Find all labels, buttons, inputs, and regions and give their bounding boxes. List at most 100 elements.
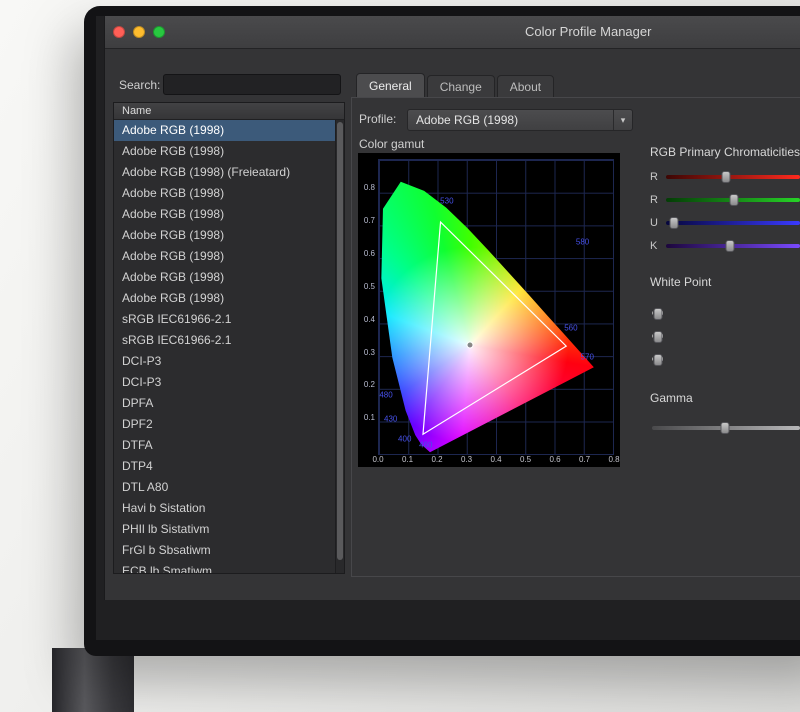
- y-axis-tick: 0.3: [360, 348, 375, 357]
- slider-track[interactable]: [652, 357, 664, 361]
- gamma-sliders: [650, 421, 800, 444]
- white-point-marker: [467, 342, 474, 349]
- x-axis-tick: 0.3: [456, 455, 478, 464]
- list-item[interactable]: ECB lb Smatiwm: [114, 561, 335, 573]
- chromaticity-plot: 530 580 560 570 480 430 400 460: [378, 159, 614, 455]
- x-axis-tick: 0.1: [397, 455, 419, 464]
- slider-row: [650, 421, 800, 435]
- tab-about[interactable]: About: [497, 75, 554, 97]
- y-axis-tick: 0.1: [360, 413, 375, 422]
- rgb-sliders: RRUK: [650, 170, 800, 262]
- list-item[interactable]: Adobe RGB (1998): [114, 288, 335, 309]
- slider-label: U: [650, 216, 658, 230]
- close-button[interactable]: [113, 26, 125, 38]
- x-axis-tick: 0.0: [367, 455, 389, 464]
- slider-thumb[interactable]: [722, 171, 731, 183]
- list-item[interactable]: Adobe RGB (1998): [114, 267, 335, 288]
- list-item[interactable]: DCI-P3: [114, 351, 335, 372]
- list-item[interactable]: sRGB IEC61966-2.1: [114, 309, 335, 330]
- slider-track[interactable]: [666, 175, 800, 179]
- slider-track[interactable]: [666, 198, 800, 202]
- list-item[interactable]: FrGl b Sbsatiwm: [114, 540, 335, 561]
- list-item[interactable]: Adobe RGB (1998): [114, 246, 335, 267]
- monitor-stand: [52, 648, 134, 712]
- y-axis-tick: 0.8: [360, 183, 375, 192]
- slider-thumb[interactable]: [670, 217, 679, 229]
- list-item[interactable]: PHIl lb Sistativm: [114, 519, 335, 540]
- list-header-name[interactable]: Name: [114, 103, 344, 120]
- slider-track[interactable]: [666, 244, 800, 248]
- slider-track[interactable]: [652, 334, 664, 338]
- slider-thumb[interactable]: [653, 354, 662, 366]
- rgb-chromaticities-heading: RGB Primary Chromaticities: [650, 144, 800, 160]
- slider-row: [650, 329, 800, 343]
- list-item[interactable]: Adobe RGB (1998): [114, 141, 335, 162]
- wavelength-label: 580: [576, 238, 589, 247]
- list-item[interactable]: DTFA: [114, 435, 335, 456]
- list-item[interactable]: DPF2: [114, 414, 335, 435]
- minimize-button[interactable]: [133, 26, 145, 38]
- slider-thumb[interactable]: [720, 422, 729, 434]
- slider-thumb[interactable]: [730, 194, 739, 206]
- slider-thumb[interactable]: [653, 331, 662, 343]
- white-point-sliders: [650, 306, 800, 375]
- wavelength-label: 560: [564, 323, 577, 332]
- x-axis-tick: 0.7: [574, 455, 596, 464]
- scrollbar[interactable]: [335, 120, 344, 573]
- wavelength-label: 480: [379, 391, 392, 400]
- slider-row: [650, 306, 800, 320]
- slider-thumb[interactable]: [726, 240, 735, 252]
- list-item[interactable]: Adobe RGB (1998) (Freieatard): [114, 162, 335, 183]
- profile-list: Name Adobe RGB (1998)Adobe RGB (1998)Ado…: [113, 102, 345, 574]
- zoom-button[interactable]: [153, 26, 165, 38]
- list-item[interactable]: DTP4: [114, 456, 335, 477]
- scrollbar-thumb[interactable]: [337, 122, 343, 560]
- y-axis-tick: 0.7: [360, 216, 375, 225]
- slider-track[interactable]: [652, 311, 664, 315]
- list-item[interactable]: Adobe RGB (1998): [114, 183, 335, 204]
- list-item[interactable]: Adobe RGB (1998): [114, 204, 335, 225]
- x-axis-tick: 0.4: [485, 455, 507, 464]
- profile-list-rows: Adobe RGB (1998)Adobe RGB (1998)Adobe RG…: [114, 120, 335, 573]
- slider-row: R: [650, 193, 800, 207]
- y-axis-tick: 0.4: [360, 315, 375, 324]
- x-axis-tick: 0.2: [426, 455, 448, 464]
- x-axis-tick: 0.8: [603, 455, 625, 464]
- slider-label: R: [650, 193, 658, 207]
- wavelength-label: 570: [581, 352, 594, 361]
- list-item[interactable]: DPFA: [114, 393, 335, 414]
- slider-track[interactable]: [652, 426, 800, 430]
- wavelength-label: 430: [384, 414, 397, 423]
- list-item[interactable]: DCI-P3: [114, 372, 335, 393]
- list-item[interactable]: Havi b Sistation: [114, 498, 335, 519]
- slider-track[interactable]: [666, 221, 800, 225]
- x-axis-tick: 0.6: [544, 455, 566, 464]
- app-window: Color Profile Manager Search: Name Adobe…: [104, 16, 800, 600]
- tab-bar: GeneralChangeAbout: [356, 73, 554, 97]
- list-item[interactable]: Adobe RGB (1998): [114, 225, 335, 246]
- monitor-bezel: Color Profile Manager Search: Name Adobe…: [84, 6, 800, 656]
- y-axis-tick: 0.2: [360, 380, 375, 389]
- profile-dropdown[interactable]: Adobe RGB (1998) ▾: [407, 109, 633, 131]
- slider-row: [650, 352, 800, 366]
- tab-change[interactable]: Change: [427, 75, 495, 97]
- wavelength-label: 460: [419, 441, 432, 450]
- y-axis-tick: 0.5: [360, 282, 375, 291]
- search-label: Search:: [119, 78, 160, 92]
- screen: Color Profile Manager Search: Name Adobe…: [96, 16, 800, 640]
- list-item[interactable]: DTL A80: [114, 477, 335, 498]
- profile-dropdown-value: Adobe RGB (1998): [416, 110, 518, 130]
- slider-thumb[interactable]: [653, 308, 662, 320]
- slider-row: K: [650, 239, 800, 253]
- list-item[interactable]: Adobe RGB (1998): [114, 120, 335, 141]
- wavelength-label: 530: [440, 197, 453, 206]
- title-bar: Color Profile Manager: [105, 16, 800, 49]
- gamut-chart: 530 580 560 570 480 430 400 460 0.0 0.1 0.2 0.3 0.4…: [358, 153, 620, 467]
- y-axis-tick: 0.6: [360, 249, 375, 258]
- list-item[interactable]: sRGB IEC61966-2.1: [114, 330, 335, 351]
- x-axis-tick: 0.5: [515, 455, 537, 464]
- tab-general[interactable]: General: [356, 73, 425, 97]
- wavelength-label: 400: [398, 435, 411, 444]
- gamma-heading: Gamma: [650, 390, 693, 406]
- search-input[interactable]: [163, 74, 341, 95]
